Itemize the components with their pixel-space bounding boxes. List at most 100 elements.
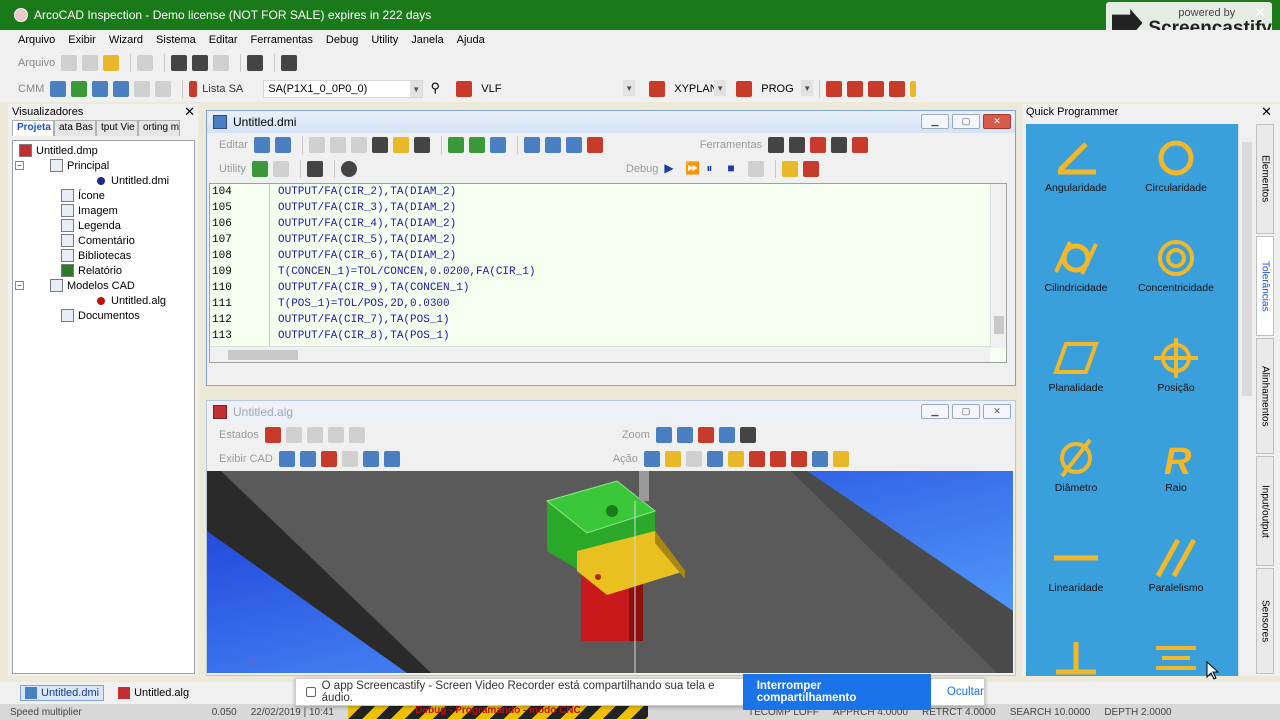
code-line[interactable]: 104 OUTPUT/FA(CIR_2),TA(DIAM_2): [210, 186, 535, 202]
tab-alinhamentos[interactable]: Alinhamentos: [1256, 338, 1274, 454]
cad-view2-icon[interactable]: [299, 451, 316, 467]
vertical-scrollbar[interactable]: [990, 184, 1006, 348]
hide-button[interactable]: Ocultar: [947, 686, 984, 698]
check3-icon[interactable]: [810, 137, 827, 153]
tab-data-base[interactable]: ata Bas: [54, 120, 96, 136]
search-icon[interactable]: ⚲: [427, 81, 443, 97]
minimize-button[interactable]: ▁: [921, 114, 949, 129]
scrollbar-thumb[interactable]: [1242, 142, 1252, 396]
copy-icon[interactable]: [329, 137, 346, 153]
pause-icon[interactable]: ⏸: [706, 161, 722, 177]
circle-icon[interactable]: [790, 451, 807, 467]
tab-tolerancias[interactable]: Tolerâncias: [1256, 236, 1274, 336]
stop-sharing-button[interactable]: Interromper compartilhamento: [742, 674, 931, 710]
state3-icon[interactable]: [306, 427, 323, 443]
matrix-icon[interactable]: [71, 81, 88, 97]
tool2-icon[interactable]: [852, 137, 869, 153]
state4-icon[interactable]: [327, 427, 344, 443]
cmm-icon[interactable]: [92, 81, 109, 97]
tab-reporting[interactable]: orting mo: [138, 120, 180, 136]
state5-icon[interactable]: [348, 427, 365, 443]
code-line[interactable]: 108 OUTPUT/FA(CIR_6),TA(DIAM_2): [210, 250, 535, 266]
task-dmi[interactable]: Untitled.dmi: [20, 685, 105, 701]
feature2-icon[interactable]: [468, 137, 485, 153]
menu-arquivo[interactable]: Arquivo: [18, 34, 55, 46]
tolerance-planalidade[interactable]: Planalidade: [1026, 324, 1126, 414]
lista-sa-icon[interactable]: [189, 81, 198, 97]
tree-node-legenda[interactable]: Legenda: [13, 218, 194, 233]
menu-ferramentas[interactable]: Ferramentas: [251, 34, 313, 46]
probe2-icon[interactable]: [769, 451, 786, 467]
scrollbar-thumb[interactable]: [994, 316, 1004, 334]
collapse-icon[interactable]: −: [15, 281, 24, 290]
utility-icon[interactable]: [251, 161, 268, 177]
zoom-center-icon[interactable]: [718, 427, 735, 443]
save-as-icon[interactable]: [192, 55, 209, 71]
cut-icon[interactable]: [308, 137, 325, 153]
code-line[interactable]: 109 T(CONCEN_1)=TOL/CONCEN,0.0200,FA(CIR_…: [210, 266, 535, 282]
zoom-in-icon[interactable]: [676, 427, 693, 443]
code-line[interactable]: 105 OUTPUT/FA(CIR_3),TA(DIAM_2): [210, 202, 535, 218]
dmi-window-titlebar[interactable]: Untitled.dmi ▁ ▢ ✕: [207, 111, 1015, 133]
state-icon[interactable]: [264, 427, 281, 443]
prog-icon[interactable]: [736, 81, 753, 97]
state2-icon[interactable]: [285, 427, 302, 443]
code-editor[interactable]: 104 OUTPUT/FA(CIR_2),TA(DIAM_2) 105 OUTPUT…: [209, 183, 1007, 363]
watermark-close-icon[interactable]: ✕: [1254, 4, 1266, 21]
feature-icon[interactable]: [447, 137, 464, 153]
prog-combo[interactable]: PROG ▼: [757, 80, 814, 98]
render-icon[interactable]: [811, 451, 828, 467]
vlf-icon[interactable]: [456, 81, 473, 97]
menu-wizard[interactable]: Wizard: [109, 34, 143, 46]
xyplan-combo[interactable]: XYPLAN ▼: [670, 80, 727, 98]
path4-icon[interactable]: [586, 137, 603, 153]
select-icon[interactable]: [685, 451, 702, 467]
settings-icon[interactable]: [155, 81, 172, 97]
tree-node-principal[interactable]: − Principal: [13, 158, 194, 173]
chevron-down-icon[interactable]: ▼: [801, 80, 814, 96]
chevron-down-icon[interactable]: ▼: [623, 80, 636, 96]
export-icon[interactable]: [847, 81, 864, 97]
menu-exibir[interactable]: Exibir: [68, 34, 96, 46]
tool-icon[interactable]: [831, 137, 848, 153]
step-icon[interactable]: [748, 161, 765, 177]
tolerance-angularidade[interactable]: Angularidade: [1026, 124, 1126, 214]
code-line[interactable]: 113 OUTPUT/FA(CIR_8),TA(POS_1): [210, 330, 535, 346]
play-icon[interactable]: ▶: [664, 161, 680, 177]
probe-icon[interactable]: [50, 81, 67, 97]
code-line[interactable]: 110 OUTPUT/FA(CIR_9),TA(CONCEN_1): [210, 282, 535, 298]
tolerance-raio[interactable]: R Raio: [1126, 424, 1226, 514]
vertical-scrollbar[interactable]: [1238, 124, 1254, 676]
close-button[interactable]: ✕: [983, 114, 1011, 129]
delete-icon[interactable]: [371, 137, 388, 153]
folder-icon[interactable]: [103, 55, 120, 71]
layers-icon[interactable]: [832, 451, 849, 467]
horizontal-scrollbar[interactable]: [210, 346, 990, 362]
check2-icon[interactable]: [789, 137, 806, 153]
task-alg[interactable]: Untitled.alg: [114, 686, 193, 700]
menu-janela[interactable]: Janela: [411, 34, 443, 46]
scrollbar-thumb[interactable]: [228, 350, 298, 360]
path3-icon[interactable]: [565, 137, 582, 153]
cad-view4-icon[interactable]: [341, 451, 358, 467]
minimize-button[interactable]: ▁: [921, 404, 949, 419]
cad-view3-icon[interactable]: [320, 451, 337, 467]
alert-icon[interactable]: [910, 81, 917, 97]
tree-node-dmp[interactable]: Untitled.dmp: [13, 143, 194, 158]
clear-breakpoint-icon[interactable]: [803, 161, 820, 177]
open-folder-icon[interactable]: [82, 55, 99, 71]
pdf-icon[interactable]: [889, 81, 906, 97]
tolerance-posicao[interactable]: Posição: [1126, 324, 1226, 414]
tree-node-imagem[interactable]: Imagem: [13, 203, 194, 218]
refresh-icon[interactable]: [340, 161, 357, 177]
tree-node-dmi[interactable]: Untitled.dmi: [13, 173, 194, 188]
pan-icon[interactable]: [739, 427, 756, 443]
hand-icon[interactable]: [664, 451, 681, 467]
print-icon[interactable]: [247, 55, 264, 71]
tolerance-cilindricidade[interactable]: Cilindricidade: [1026, 224, 1126, 314]
save-icon[interactable]: [171, 55, 188, 71]
fast-forward-icon[interactable]: ⏩: [685, 161, 701, 177]
close-button[interactable]: ✕: [983, 404, 1011, 419]
paste-icon[interactable]: [350, 137, 367, 153]
tolerance-diametro[interactable]: Diâmetro: [1026, 424, 1126, 514]
